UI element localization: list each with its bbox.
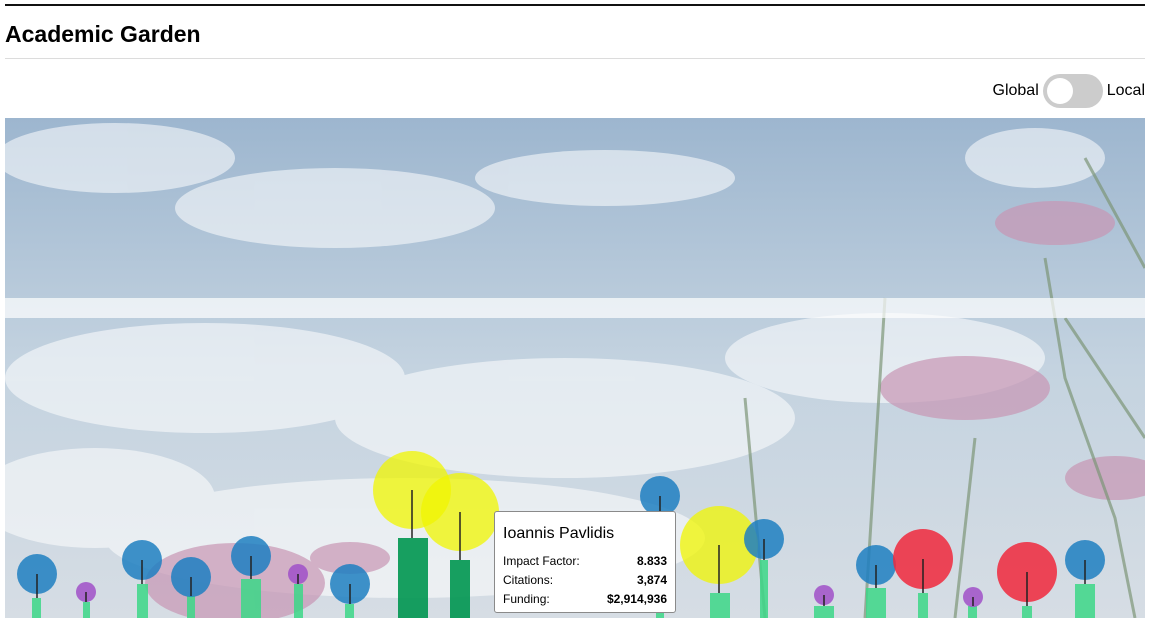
tooltip-value: $2,914,936 (606, 592, 667, 606)
tooltip-label: Funding: (503, 592, 550, 606)
researcher-tooltip: Ioannis Pavlidis Impact Factor: 8.833 Ci… (494, 511, 676, 613)
header-divider (5, 58, 1145, 59)
flower-yellow-3[interactable] (680, 506, 758, 618)
flower-purple-3[interactable] (814, 585, 834, 618)
tooltip-row-funding: Funding: $2,914,936 (503, 590, 667, 609)
flower-red-2[interactable] (997, 542, 1057, 618)
flower-red-1[interactable] (893, 529, 953, 618)
flower-blue-8[interactable] (856, 545, 896, 618)
flower-blue-2[interactable] (122, 540, 162, 618)
top-rule (5, 4, 1145, 6)
toggle-label-global: Global (992, 82, 1039, 99)
tooltip-label: Impact Factor: (503, 554, 580, 568)
flower-purple-4[interactable] (963, 587, 983, 618)
view-toggle: Global Local (992, 74, 1145, 108)
flower-blue-9[interactable] (1065, 540, 1105, 618)
flower-blue-3[interactable] (171, 557, 211, 618)
tooltip-name: Ioannis Pavlidis (503, 525, 615, 542)
flower-purple-2[interactable] (288, 564, 308, 618)
tooltip-value: 8.833 (636, 554, 667, 568)
tooltip-row-citations: Citations: 3,874 (503, 571, 667, 590)
toggle-label-local: Local (1106, 82, 1145, 99)
page-title: Academic Garden (5, 21, 201, 47)
flower-blue-5[interactable] (330, 564, 370, 618)
tooltip-label: Citations: (503, 573, 554, 587)
flower-yellow-2[interactable] (421, 473, 499, 618)
tooltip-row-impact: Impact Factor: 8.833 (503, 552, 667, 571)
flower-purple-1[interactable] (76, 582, 96, 618)
global-local-switch[interactable] (1042, 74, 1103, 108)
switch-knob (1046, 78, 1073, 104)
flower-blue-4[interactable] (231, 536, 271, 618)
flower-blue-1[interactable] (17, 554, 57, 618)
tooltip-value: 3,874 (636, 573, 667, 587)
